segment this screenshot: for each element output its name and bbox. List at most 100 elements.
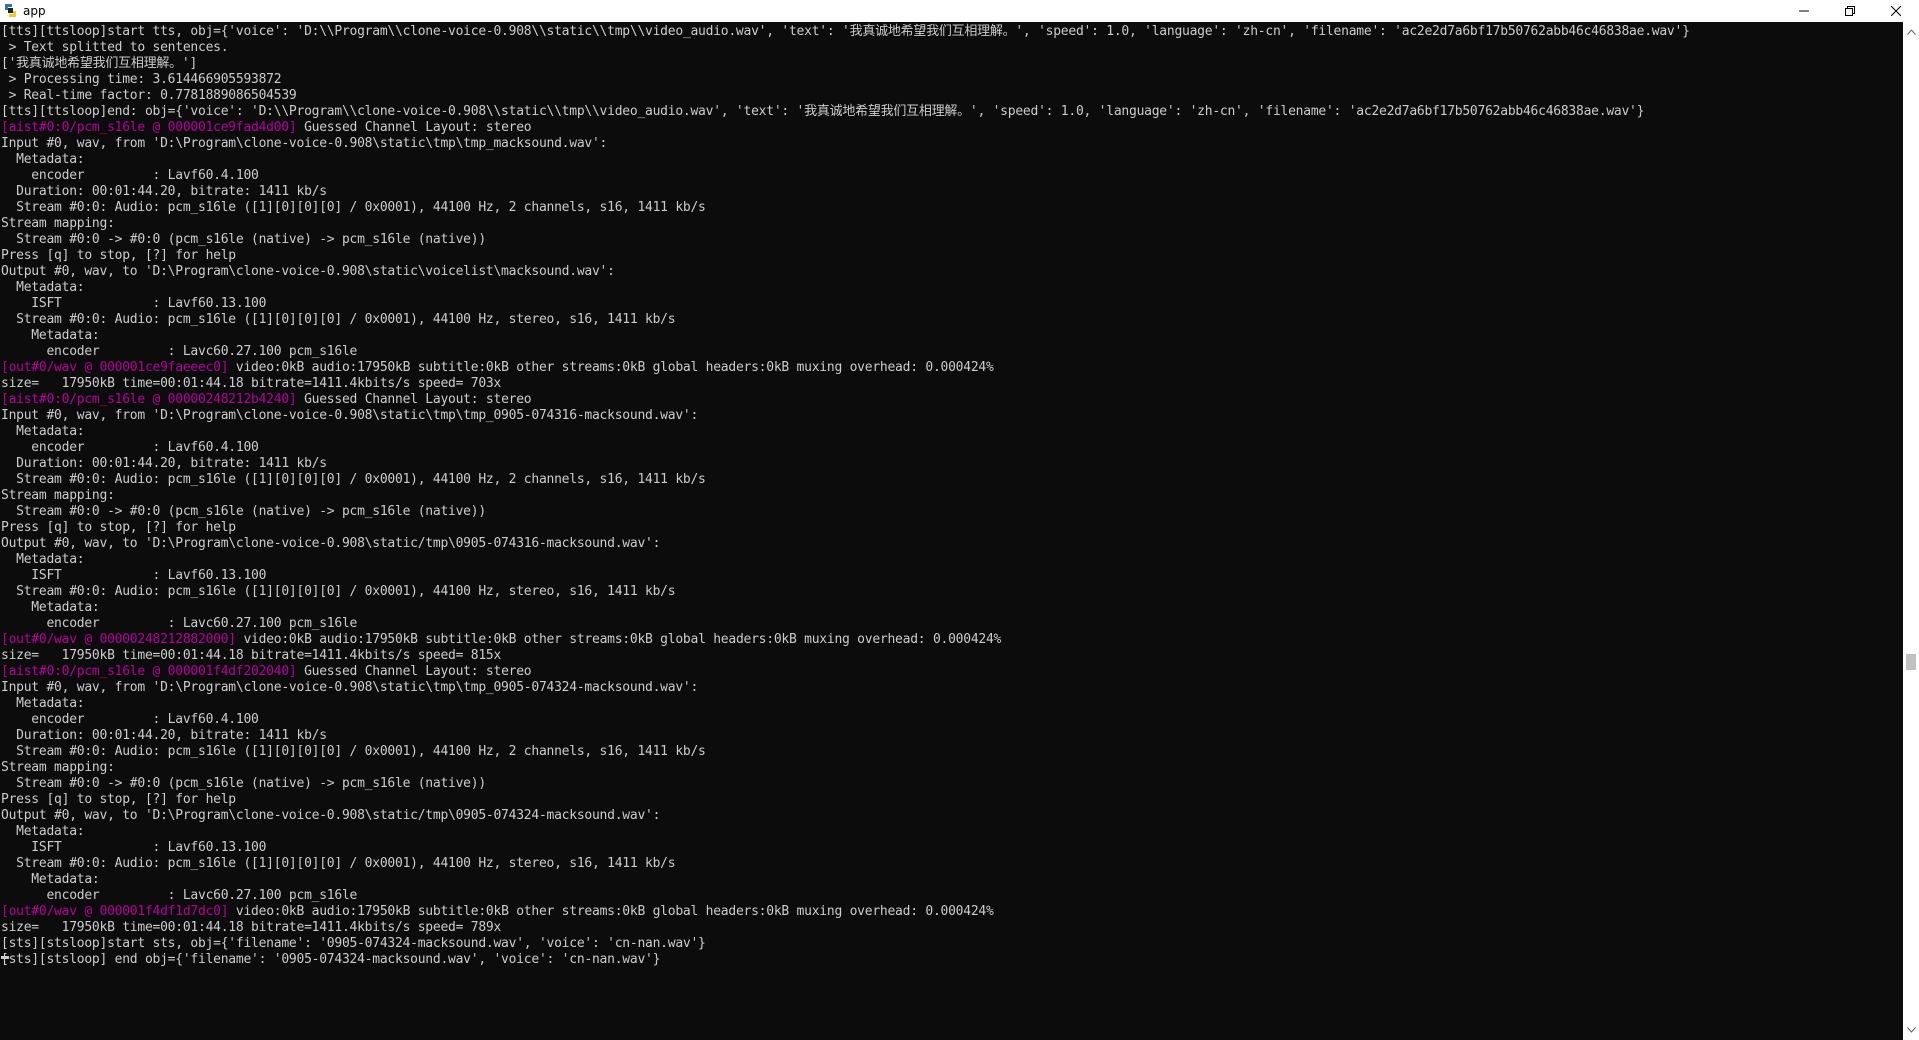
log-source-prefix: [out#0/wav @ 00000248212882000] bbox=[1, 632, 236, 647]
console-line: [aist#0:0/pcm_s16le @ 00000248212b4240] … bbox=[1, 392, 532, 408]
vertical-scrollbar[interactable] bbox=[1903, 22, 1919, 1040]
console-line: Duration: 00:01:44.20, bitrate: 1411 kb/… bbox=[1, 456, 327, 472]
console-line: Stream mapping: bbox=[1, 488, 115, 504]
console-line: Stream #0:0: Audio: pcm_s16le ([1][0][0]… bbox=[1, 472, 706, 488]
console-line: [out#0/wav @ 000001ce9faeeec0] video:0kB… bbox=[1, 360, 994, 376]
scroll-thumb[interactable] bbox=[1906, 654, 1916, 670]
restore-button[interactable] bbox=[1827, 0, 1873, 22]
log-text: Stream #0:0 -> #0:0 (pcm_s16le (native) … bbox=[1, 232, 486, 247]
console-line: ISFT : Lavf60.13.100 bbox=[1, 840, 266, 856]
log-source-prefix: [aist#0:0/pcm_s16le @ 00000248212b4240] bbox=[1, 392, 297, 407]
log-text: Input #0, wav, from 'D:\Program\clone-vo… bbox=[1, 680, 699, 695]
console-line: Stream #0:0: Audio: pcm_s16le ([1][0][0]… bbox=[1, 744, 706, 760]
console-line: Metadata: bbox=[1, 696, 84, 712]
log-source-prefix: [out#0/wav @ 000001ce9faeeec0] bbox=[1, 360, 229, 375]
log-text: Stream mapping: bbox=[1, 488, 115, 503]
log-text: encoder : Lavc60.27.100 pcm_s16le bbox=[1, 344, 358, 359]
scroll-down-button[interactable] bbox=[1903, 1022, 1919, 1038]
python-app-icon bbox=[3, 3, 18, 18]
console-line: Metadata: bbox=[1, 152, 84, 168]
log-text: Input #0, wav, from 'D:\Program\clone-vo… bbox=[1, 136, 608, 151]
console-line: size= 17950kB time=00:01:44.18 bitrate=1… bbox=[1, 376, 501, 392]
console-line: [aist#0:0/pcm_s16le @ 000001f4df202040] … bbox=[1, 664, 532, 680]
log-text: encoder : Lavf60.4.100 bbox=[1, 712, 259, 727]
log-text: Input #0, wav, from 'D:\Program\clone-vo… bbox=[1, 408, 699, 423]
console-line: > Processing time: 3.614466905593872 bbox=[1, 72, 282, 88]
log-text: Stream #0:0: Audio: pcm_s16le ([1][0][0]… bbox=[1, 856, 676, 871]
scroll-up-button[interactable] bbox=[1903, 24, 1919, 40]
console-line: [out#0/wav @ 00000248212882000] video:0k… bbox=[1, 632, 1001, 648]
console-output[interactable]: [tts][ttsloop]start tts, obj={'voice': '… bbox=[0, 22, 1903, 1040]
scroll-down-arrow-icon bbox=[1906, 1027, 1916, 1033]
console-line: [tts][ttsloop]end: obj={'voice': 'D:\\Pr… bbox=[1, 104, 1644, 120]
console-line: Press [q] to stop, [?] for help bbox=[1, 248, 236, 264]
title-bar[interactable]: app bbox=[0, 0, 1919, 22]
console-line: Stream #0:0: Audio: pcm_s16le ([1][0][0]… bbox=[1, 312, 675, 328]
console-line: size= 17950kB time=00:01:44.18 bitrate=1… bbox=[1, 920, 501, 936]
log-text: Metadata: bbox=[1, 872, 100, 887]
log-text: Press [q] to stop, [?] for help bbox=[1, 248, 236, 263]
log-source-prefix: [aist#0:0/pcm_s16le @ 000001ce9fad4d00] bbox=[1, 120, 297, 135]
log-source-prefix: [aist#0:0/pcm_s16le @ 000001f4df202040] bbox=[1, 664, 297, 679]
log-text: Metadata: bbox=[1, 552, 85, 567]
log-text: encoder : Lavf60.4.100 bbox=[1, 168, 259, 183]
log-text: size= 17950kB time=00:01:44.18 bitrate=1… bbox=[1, 376, 502, 391]
log-text: Stream #0:0 -> #0:0 (pcm_s16le (native) … bbox=[1, 504, 486, 519]
log-text: Guessed Channel Layout: stereo bbox=[296, 392, 532, 407]
console-line: encoder : Lavc60.27.100 pcm_s16le bbox=[1, 344, 357, 360]
restore-icon bbox=[1845, 6, 1855, 16]
console-window: app [tts][ttsloop]start tts, obj={'voice… bbox=[0, 0, 1919, 1040]
log-text: Stream #0:0: Audio: pcm_s16le ([1][0][0]… bbox=[1, 472, 706, 487]
log-text: Press [q] to stop, [?] for help bbox=[1, 792, 236, 807]
console-line: Metadata: bbox=[1, 280, 84, 296]
log-text: ISFT : Lavf60.13.100 bbox=[1, 296, 267, 311]
log-text: Output #0, wav, to 'D:\Program\clone-voi… bbox=[1, 808, 661, 823]
log-text: Stream #0:0: Audio: pcm_s16le ([1][0][0]… bbox=[1, 744, 706, 759]
log-text: Metadata: bbox=[1, 280, 85, 295]
console-line: Duration: 00:01:44.20, bitrate: 1411 kb/… bbox=[1, 184, 327, 200]
minimize-button[interactable] bbox=[1781, 0, 1827, 22]
log-text: size= 17950kB time=00:01:44.18 bitrate=1… bbox=[1, 920, 502, 935]
log-text: video:0kB audio:17950kB subtitle:0kB oth… bbox=[228, 904, 994, 919]
console-line: Stream #0:0 -> #0:0 (pcm_s16le (native) … bbox=[1, 232, 486, 248]
console-line: encoder : Lavc60.27.100 pcm_s16le bbox=[1, 616, 357, 632]
log-text: Duration: 00:01:44.20, bitrate: 1411 kb/… bbox=[1, 184, 327, 199]
console-line: Stream mapping: bbox=[1, 760, 115, 776]
console-line: Input #0, wav, from 'D:\Program\clone-vo… bbox=[1, 136, 607, 152]
log-text: Metadata: bbox=[1, 424, 85, 439]
console-line: Stream #0:0: Audio: pcm_s16le ([1][0][0]… bbox=[1, 584, 675, 600]
console-line: [sts][stsloop] end obj={'filename': '090… bbox=[1, 952, 660, 968]
log-text: Metadata: bbox=[1, 152, 85, 167]
log-text: encoder : Lavc60.27.100 pcm_s16le bbox=[1, 616, 358, 631]
console-line: Output #0, wav, to 'D:\Program\clone-voi… bbox=[1, 264, 615, 280]
close-icon bbox=[1891, 6, 1901, 16]
log-text: > Text splitted to sentences. bbox=[1, 40, 229, 55]
log-text: Metadata: bbox=[1, 328, 100, 343]
close-button[interactable] bbox=[1873, 0, 1919, 22]
log-source-prefix: [out#0/wav @ 000001f4df1d7dc0] bbox=[1, 904, 229, 919]
log-text: ['我真诚地希望我们互相理解。'] bbox=[1, 56, 198, 71]
console-line: Press [q] to stop, [?] for help bbox=[1, 520, 236, 536]
console-line: Metadata: bbox=[1, 600, 99, 616]
console-line: Metadata: bbox=[1, 552, 84, 568]
log-text: ISFT : Lavf60.13.100 bbox=[1, 840, 267, 855]
log-text: > Processing time: 3.614466905593872 bbox=[1, 72, 282, 87]
log-text: size= 17950kB time=00:01:44.18 bitrate=1… bbox=[1, 648, 502, 663]
console-line: encoder : Lavf60.4.100 bbox=[1, 168, 259, 184]
console-line: Duration: 00:01:44.20, bitrate: 1411 kb/… bbox=[1, 728, 327, 744]
log-text: encoder : Lavf60.4.100 bbox=[1, 440, 259, 455]
console-line: encoder : Lavf60.4.100 bbox=[1, 440, 259, 456]
console-line: [sts][stsloop]start sts, obj={'filename'… bbox=[1, 936, 706, 952]
console-line: Metadata: bbox=[1, 824, 84, 840]
console-line: size= 17950kB time=00:01:44.18 bitrate=1… bbox=[1, 648, 501, 664]
console-line: Stream #0:0 -> #0:0 (pcm_s16le (native) … bbox=[1, 776, 486, 792]
console-line: ['我真诚地希望我们互相理解。'] bbox=[1, 56, 197, 72]
log-text: Press [q] to stop, [?] for help bbox=[1, 520, 236, 535]
console-line: Stream #0:0 -> #0:0 (pcm_s16le (native) … bbox=[1, 504, 486, 520]
window-title: app bbox=[23, 4, 46, 18]
log-text: [sts][stsloop] end obj={'filename': '090… bbox=[1, 952, 661, 967]
console-line: Metadata: bbox=[1, 328, 100, 344]
console-line: ISFT : Lavf60.13.100 bbox=[1, 568, 266, 584]
log-text: Guessed Channel Layout: stereo bbox=[296, 664, 532, 679]
log-text: Metadata: bbox=[1, 824, 85, 839]
